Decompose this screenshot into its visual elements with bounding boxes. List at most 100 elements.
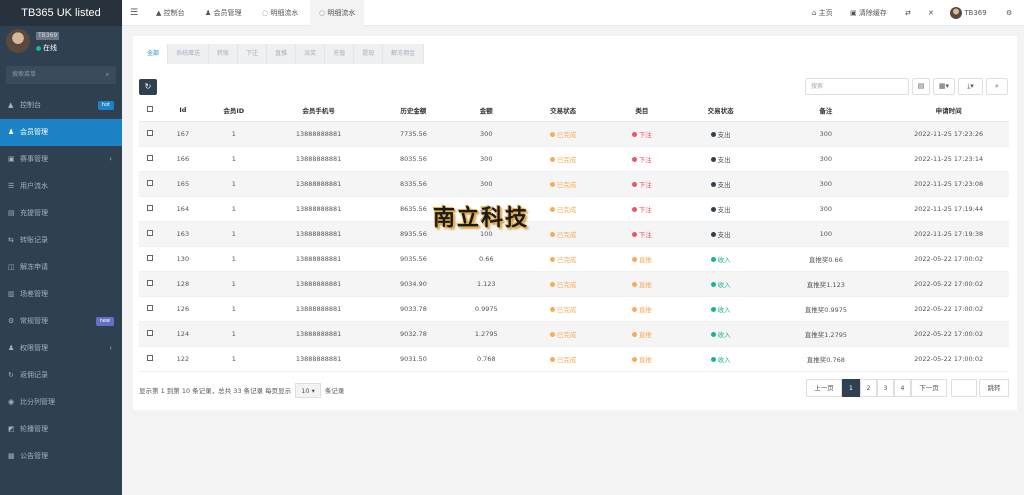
table-cell: 2022-05-22 17:00:02 <box>888 296 1009 322</box>
advanced-search-button[interactable]: ⌕ <box>986 78 1008 95</box>
column-header[interactable]: 备注 <box>763 100 889 122</box>
status-text: 已完成 <box>556 130 577 139</box>
sidebar-item-10[interactable]: ↻ 返佣记录 <box>0 362 122 389</box>
avatar[interactable] <box>6 29 30 53</box>
status-dot-icon <box>549 232 555 237</box>
jump-page-input[interactable] <box>951 379 977 397</box>
sidebar-item-11[interactable]: ◉ 比分列管理 <box>0 389 122 416</box>
fullscreen-icon[interactable]: ✕ <box>928 0 934 26</box>
column-header[interactable]: 申请时间 <box>888 100 1009 122</box>
select-cell <box>139 146 161 172</box>
table-cell: 13888888881 <box>262 171 375 197</box>
table-cell: 13888888881 <box>262 221 375 247</box>
row-checkbox[interactable] <box>146 329 153 336</box>
status-text: 收入 <box>717 280 731 289</box>
filter-tab-1[interactable]: 系统赠送 <box>168 44 210 64</box>
next-page-button[interactable]: 下一页 <box>911 379 947 397</box>
column-header[interactable]: 交易状态 <box>520 100 606 122</box>
sidebar-item-0[interactable]: ▲ 控制台 hot <box>0 92 122 119</box>
column-header[interactable]: 会员手机号 <box>262 100 375 122</box>
tab-label: 明细流水 <box>270 9 299 17</box>
row-checkbox[interactable] <box>146 129 153 136</box>
table-cell: 已完成 <box>520 146 606 172</box>
row-checkbox[interactable] <box>146 354 153 361</box>
sidebar-item-12[interactable]: ◩ 轮播管理 <box>0 416 122 443</box>
sidebar-item-label: 赛事管理 <box>20 155 48 163</box>
filter-tab-3[interactable]: 下注 <box>238 44 268 64</box>
select-cell <box>139 246 161 272</box>
sidebar-item-6[interactable]: ◫ 解冻申请 <box>0 254 122 281</box>
page-3-button[interactable]: 3 <box>877 379 894 397</box>
filter-tab-8[interactable]: 解冻佣金 <box>383 44 425 64</box>
column-header[interactable]: 金额 <box>452 100 521 122</box>
export-options-button[interactable]: ⤓▾ <box>958 78 983 95</box>
search-icon: ⌕ <box>995 82 999 90</box>
row-checkbox[interactable] <box>146 304 153 311</box>
filter-tab-2[interactable]: 转账 <box>209 44 239 64</box>
home-link[interactable]: ⌂ 主页 <box>812 0 833 26</box>
status-text: 直推 <box>638 255 652 264</box>
tab-members[interactable]: ♟ 会员管理 <box>205 0 242 26</box>
sidebar-item-13[interactable]: ▦ 公告管理 <box>0 443 122 470</box>
jump-button[interactable]: 跳转 <box>979 379 1009 397</box>
prev-page-button[interactable]: 上一页 <box>806 379 842 397</box>
row-checkbox[interactable] <box>146 179 153 186</box>
table-cell: 0.9975 <box>452 296 521 322</box>
sidebar-item-9[interactable]: ♟ 权限管理 ‹ <box>0 335 122 362</box>
columns-button[interactable]: ▦▾ <box>933 78 955 95</box>
column-header[interactable]: 类目 <box>605 100 678 122</box>
search-icon: ⌕ <box>105 71 109 78</box>
table-cell: 1 <box>204 271 263 297</box>
status-dot-icon <box>549 257 555 262</box>
column-header[interactable]: 会员ID <box>204 100 263 122</box>
tab-dashboard[interactable]: ▲ 控制台 <box>156 0 185 26</box>
sidebar-item-8[interactable]: ⚙ 常规管理 new <box>0 308 122 335</box>
column-header[interactable]: Id <box>160 100 205 122</box>
clear-cache-button[interactable]: ▣ 清除缓存 <box>850 0 887 26</box>
page-4-button[interactable]: 4 <box>894 379 911 397</box>
filter-tab-6[interactable]: 充值 <box>325 44 355 64</box>
column-header[interactable]: 交易状态 <box>677 100 764 122</box>
page-2-button[interactable]: 2 <box>860 379 877 397</box>
language-icon[interactable]: ⇄ <box>905 0 911 26</box>
status-dot-icon <box>710 307 716 312</box>
sidebar-item-2[interactable]: ▣ 赛事管理 ‹ <box>0 146 122 173</box>
row-checkbox[interactable] <box>146 204 153 211</box>
online-dot-icon <box>36 45 41 51</box>
app-title: TB365 UK listed <box>0 0 122 26</box>
tab-flow[interactable]: ◌ 明细流水 <box>262 0 298 26</box>
page-size-select[interactable]: 10 ▾ <box>295 383 321 398</box>
status-dot-icon <box>710 332 716 337</box>
tab-label: 控制台 <box>163 9 185 17</box>
table-body: 167 1 13888888881 7735.56 300 已完成 下注 支出 300 2022-… <box>139 121 1009 372</box>
row-checkbox[interactable] <box>146 154 153 161</box>
row-checkbox[interactable] <box>146 279 153 286</box>
sidebar-item-3[interactable]: ☰ 用户流水 <box>0 173 122 200</box>
status-dot-icon <box>710 132 716 137</box>
search-input[interactable]: 搜索 <box>805 78 909 95</box>
filter-tab-5[interactable]: 派奖 <box>296 44 326 64</box>
export-button[interactable]: ▤ <box>912 78 930 95</box>
sidebar-item-1[interactable]: ♟ 会员管理 <box>0 119 122 146</box>
table-cell: 300 <box>452 121 521 147</box>
table-cell: 167 <box>160 121 205 147</box>
column-header[interactable]: 历史金额 <box>374 100 453 122</box>
sidebar-item-7[interactable]: ▥ 场差管理 <box>0 281 122 308</box>
menu-toggle-icon[interactable]: ☰ <box>130 0 138 26</box>
tab-label: 明细流水 <box>327 9 356 17</box>
filter-tab-0[interactable]: 全部 <box>139 44 169 64</box>
sidebar-item-5[interactable]: ⇆ 转账记录 <box>0 227 122 254</box>
row-checkbox[interactable] <box>146 254 153 261</box>
row-checkbox[interactable] <box>146 229 153 236</box>
filter-tab-4[interactable]: 直推 <box>267 44 297 64</box>
filter-tab-7[interactable]: 提现 <box>354 44 384 64</box>
select-all-checkbox[interactable] <box>146 106 153 113</box>
tab-flow-active[interactable]: ◌ 明细流水 <box>310 0 365 26</box>
settings-icon[interactable]: ⚙ <box>1006 0 1012 26</box>
refresh-button[interactable]: ↻ <box>139 79 157 95</box>
sidebar-item-4[interactable]: ▤ 充提管理 <box>0 200 122 227</box>
menu-search-input[interactable]: 搜索菜单 ⌕ <box>6 66 116 84</box>
page-1-button[interactable]: 1 <box>842 379 860 397</box>
table-row: 122 1 13888888881 9031.50 0.768 已完成 直推 收入 直推奖0.7… <box>139 346 1009 372</box>
user-menu[interactable]: TB369 <box>950 0 987 26</box>
